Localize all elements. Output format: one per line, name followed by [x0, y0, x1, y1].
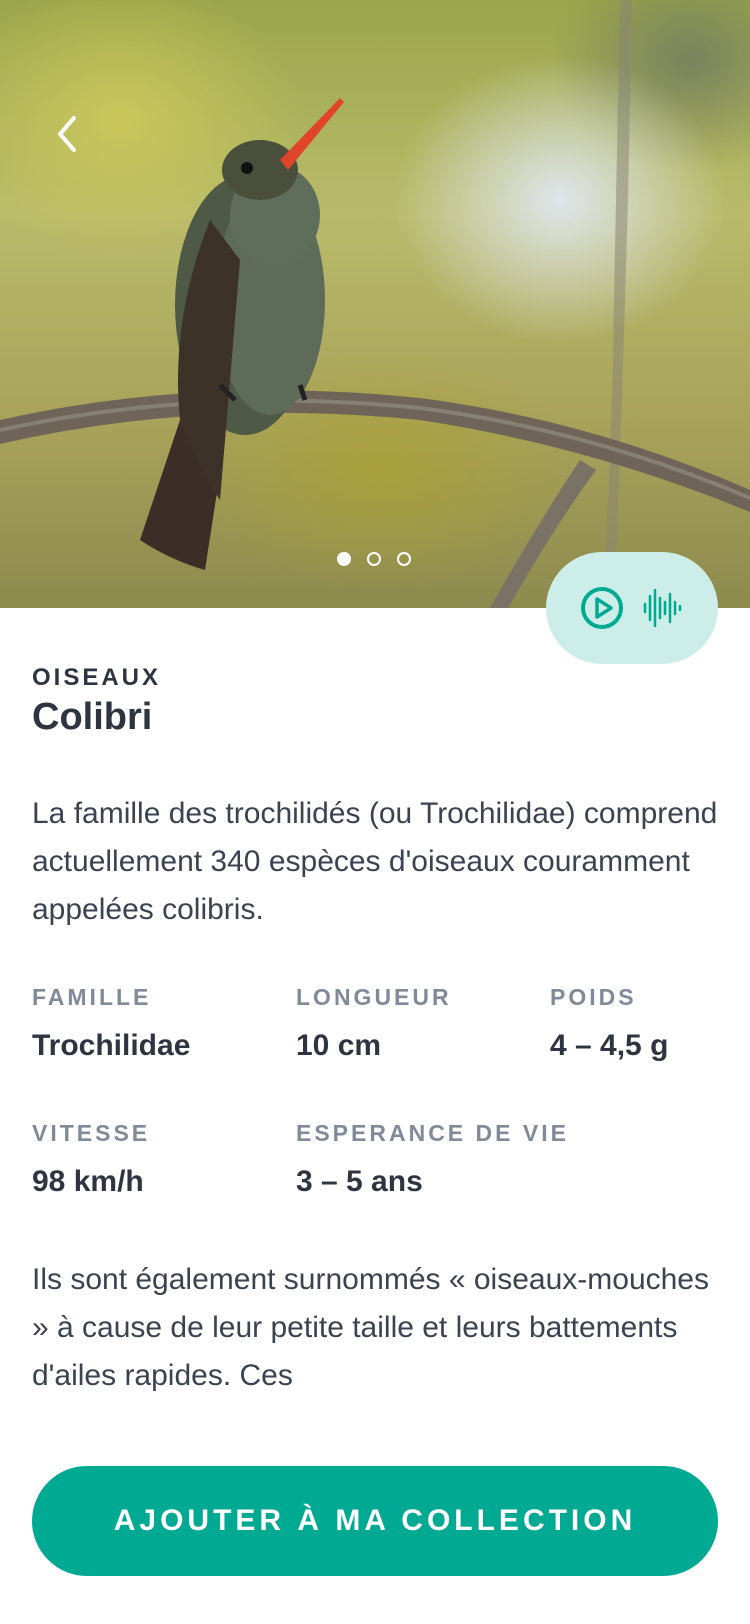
- chevron-left-icon: [58, 116, 76, 152]
- bird-category: OISEAUX: [32, 664, 162, 691]
- bird-more-text: Ils sont également surnommés « oiseaux-m…: [32, 1263, 709, 1392]
- stat-label: FAMILLE: [32, 984, 152, 1010]
- stat-label: VITESSE: [32, 1120, 151, 1146]
- stat-label: ESPERANCE DE VIE: [296, 1120, 569, 1146]
- stat-vitesse: VITESSE 98 km/h: [32, 1120, 150, 1199]
- stat-value: Trochilidae: [32, 1029, 191, 1062]
- sound-wave-icon: [643, 588, 682, 628]
- add-to-collection-button[interactable]: AJOUTER À MA COLLECTION: [32, 1466, 718, 1576]
- bird-description: La famille des trochilidés (ou Trochilid…: [32, 797, 718, 926]
- stat-label: LONGUEUR: [296, 984, 452, 1010]
- carousel-dot-2[interactable]: [367, 552, 381, 566]
- carousel-dot-3[interactable]: [397, 552, 411, 566]
- stat-value: 10 cm: [296, 1029, 382, 1062]
- stat-famille: FAMILLE Trochilidae: [32, 984, 190, 1063]
- stat-poids: POIDS 4 – 4,5 g: [550, 984, 668, 1063]
- stat-longueur: LONGUEUR 10 cm: [296, 984, 452, 1063]
- carousel-dot-1[interactable]: [337, 552, 351, 566]
- hummingbird-photo: [0, 0, 750, 608]
- stat-value: 98 km/h: [32, 1165, 144, 1198]
- play-bird-sound-button[interactable]: [546, 552, 718, 664]
- hero-image: [0, 0, 750, 608]
- carousel-dots: [337, 552, 411, 566]
- stat-label: POIDS: [550, 984, 637, 1010]
- stat-esperance-de-vie: ESPERANCE DE VIE 3 – 5 ans: [296, 1120, 569, 1199]
- stat-value: 4 – 4,5 g: [550, 1029, 669, 1062]
- stat-value: 3 – 5 ans: [296, 1165, 423, 1198]
- bird-name: Colibri: [32, 696, 153, 738]
- back-button[interactable]: [44, 112, 88, 156]
- play-circle-icon: [581, 587, 623, 629]
